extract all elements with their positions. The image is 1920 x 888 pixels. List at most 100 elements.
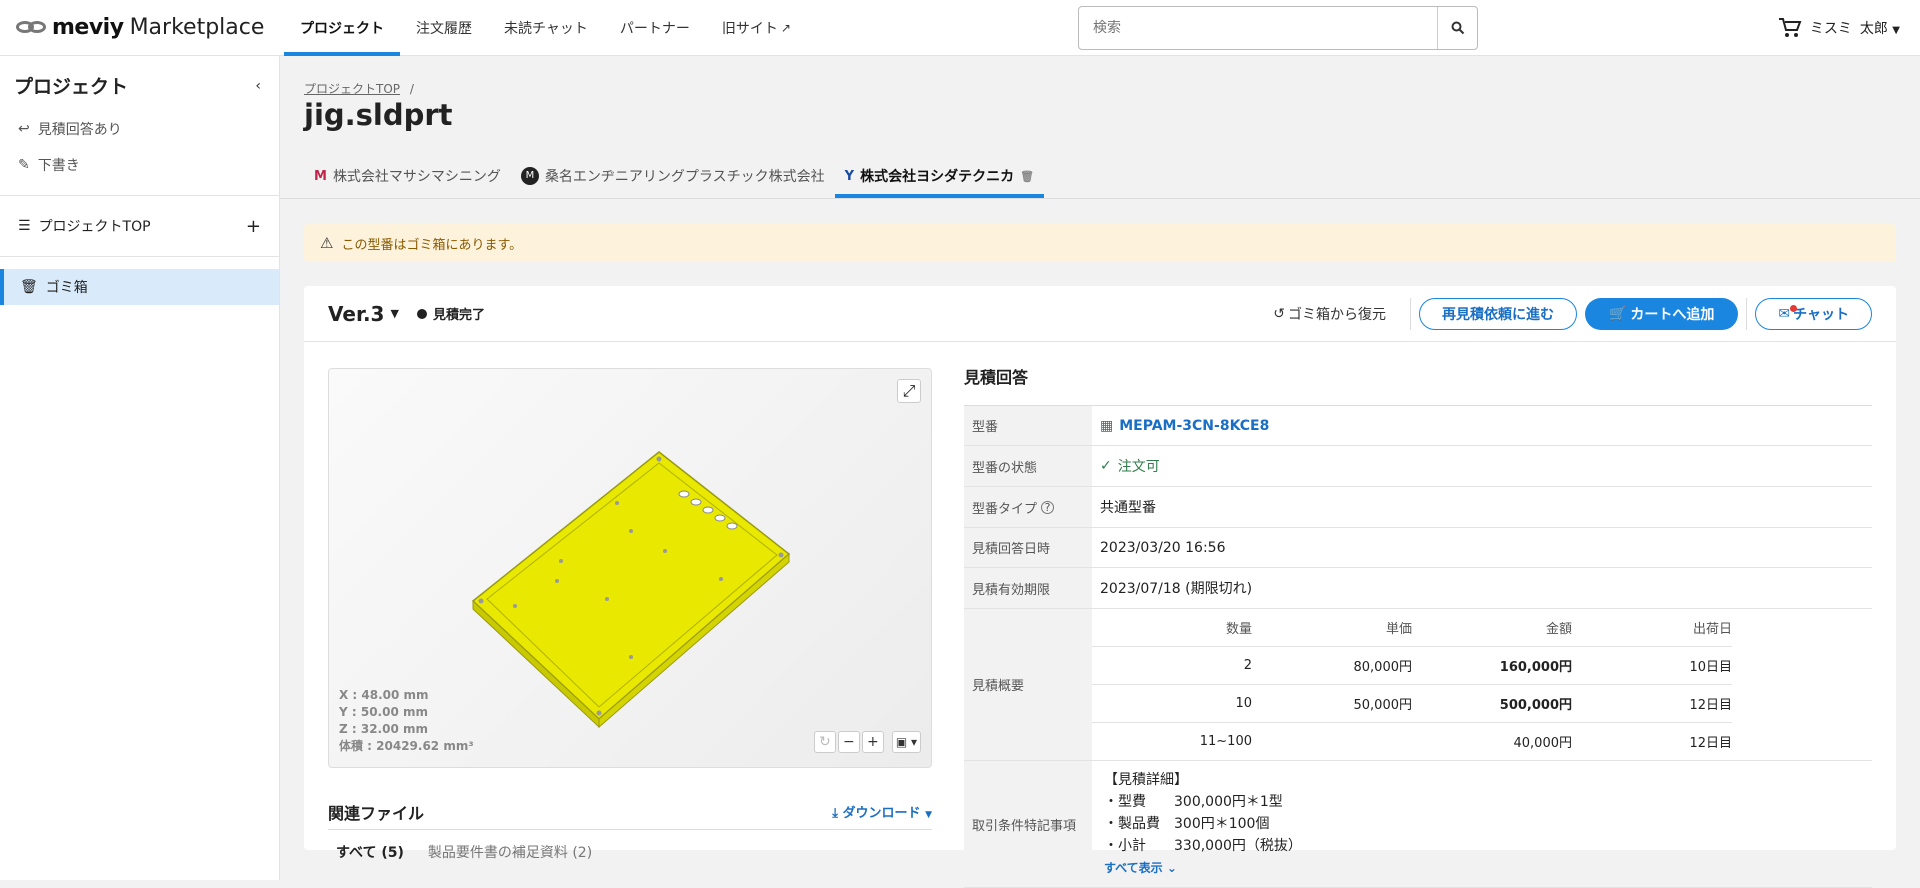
table-header-row: 数量 単価 金額 出荷日 (1092, 609, 1732, 647)
sidebar-item-project-top[interactable]: ☰ プロジェクトTOP + (0, 208, 279, 244)
meviy-logo-icon (16, 20, 48, 35)
sidebar-item-drafts[interactable]: ✎ 下書き (0, 147, 279, 183)
supplier-logo-icon: M (520, 167, 539, 185)
summary-label: 見積概要 (964, 609, 1092, 760)
download-button[interactable]: ⤓ ダウンロード ▼ (832, 802, 932, 821)
add-project-icon[interactable]: + (246, 216, 261, 237)
tab-supplier-2[interactable]: M 桑名エンヂニアリングプラスチック株式会社 (511, 154, 835, 198)
warning-text: この型番はゴミ箱にあります。 (341, 237, 523, 253)
sidebar-item-quote-answered[interactable]: ↩ 見積回答あり (0, 111, 279, 147)
cell-unit-price: 80,000円 (1252, 646, 1412, 685)
unread-badge (1790, 304, 1798, 312)
search-button[interactable] (1437, 7, 1477, 49)
view-cube-icon[interactable]: ▣ ▾ (891, 731, 921, 753)
main-content: プロジェクトTOP / jig.sldprt M 株式会社マサシマシニング M … (280, 56, 1920, 888)
tab-all-files[interactable]: すべて (5) (336, 842, 404, 862)
nav-old-site-label: 旧サイト (721, 20, 778, 37)
help-icon[interactable]: ? (1041, 500, 1055, 514)
nav-partners[interactable]: パートナー (604, 0, 706, 56)
cell-qty: 11~100 (1092, 722, 1252, 760)
tab-supplier-1[interactable]: M 株式会社マサシマシニング (304, 154, 511, 198)
calendar-icon: ▦ (1100, 417, 1114, 434)
answered-label: 見積回答日時 (964, 528, 1092, 567)
cart-icon[interactable] (1778, 17, 1802, 39)
quote-card: Ver.3 ▼ 見積完了 ↺ ゴミ箱から復元 再見積依頼に進む 🛒 カートへ追加 ✉ チ… (304, 286, 1896, 888)
cell-amount: 160,000円 (1412, 646, 1572, 685)
expand-icon[interactable]: ⤢ (897, 379, 921, 403)
cell-qty: 2 (1092, 646, 1252, 685)
tab-label: 株式会社ヨシダテクニカ (860, 169, 1015, 185)
user-company: ミスミ (1809, 21, 1852, 37)
zoom-out-icon[interactable]: − (837, 731, 860, 753)
part-no-link[interactable]: MEPAM-3CN-8KCE8 (1119, 418, 1269, 434)
logo-brand: meviy (52, 15, 124, 40)
part-model (471, 451, 791, 729)
tab-supplementary-files[interactable]: 製品要件書の補足資料 (2) (428, 842, 592, 862)
main-nav: プロジェクト 注文履歴 未読チャット パートナー 旧サイト ↗ (284, 0, 807, 56)
version-select[interactable]: Ver.3 ▼ (328, 302, 399, 326)
type-label: 型番タイプ (972, 501, 1038, 517)
logo[interactable]: meviy Marketplace (16, 15, 284, 40)
search-input[interactable] (1079, 7, 1437, 49)
cart-icon: 🛒 (1608, 305, 1627, 322)
quote-title: 見積回答 (964, 368, 1872, 406)
reset-view-icon[interactable]: ↻ (813, 731, 836, 753)
breadcrumb-separator: / (409, 82, 414, 96)
nav-projects[interactable]: プロジェクト (284, 0, 400, 56)
notes-line: 【見積詳細】 (1104, 772, 1188, 788)
user-menu[interactable]: 太郎 ▼ (1860, 18, 1900, 38)
cell-qty: 10 (1092, 684, 1252, 723)
draft-icon: ✎ (18, 157, 30, 173)
download-label: ダウンロード (842, 806, 921, 821)
zoom-in-icon[interactable]: + (861, 731, 884, 753)
notes-label: 取引条件特記事項 (964, 761, 1092, 887)
table-row: 2 80,000円 160,000円 10日目 (1092, 646, 1732, 685)
sidebar: プロジェクト ‹ ↩ 見積回答あり ✎ 下書き ☰ プロジェクトTOP + 🗑 ゴミ箱 (0, 56, 280, 880)
expiry-label: 見積有効期限 (964, 568, 1092, 608)
trash-icon: 🗑 (20, 279, 38, 295)
supplier-logo-icon: M (314, 168, 327, 184)
notes-content: 【見積詳細】 ・型費 300,000円＊1型 ・製品費 300円＊100個 ・小… (1092, 761, 1872, 887)
external-link-icon: ↗ (780, 20, 791, 35)
collapse-sidebar-icon[interactable]: ‹ (255, 78, 261, 94)
restore-from-trash-button[interactable]: ↺ ゴミ箱から復元 (1257, 298, 1402, 330)
caret-down-icon: ▼ (925, 810, 932, 820)
tab-label: 桑名エンヂニアリングプラスチック株式会社 (544, 169, 825, 185)
supplier-tabs: M 株式会社マサシマシニング M 桑名エンヂニアリングプラスチック株式会社 Y … (304, 154, 1045, 198)
add-to-cart-button[interactable]: 🛒 カートへ追加 (1584, 297, 1739, 330)
nav-unread-chat[interactable]: 未読チャット (488, 0, 604, 56)
search-icon (1451, 21, 1464, 35)
nav-order-history[interactable]: 注文履歴 (400, 0, 488, 56)
type-value: 共通型番 (1100, 500, 1156, 516)
show-all-link[interactable]: すべて表示 ⌄ (1104, 857, 1860, 879)
requote-button[interactable]: 再見積依頼に進む (1418, 297, 1577, 330)
viewer-controls: ↻ − + ▣ ▾ (813, 731, 921, 753)
notes-line: ・製品費 300円＊100個 (1104, 816, 1270, 832)
cell-ship-day: 10日目 (1572, 646, 1732, 685)
dim-volume: 体積 : 20429.62 mm³ (339, 739, 474, 753)
top-bar: meviy Marketplace プロジェクト 注文履歴 未読チャット パート… (0, 0, 1920, 56)
state-value: 注文可 (1117, 459, 1160, 475)
nav-old-site[interactable]: 旧サイト ↗ (706, 0, 807, 56)
sidebar-item-trash[interactable]: 🗑 ゴミ箱 (0, 269, 279, 305)
show-all-label: すべて表示 (1104, 861, 1163, 875)
caret-down-icon: ▼ (1892, 25, 1900, 36)
divider (1409, 297, 1411, 330)
cell-amount: 500,000円 (1412, 684, 1572, 723)
caret-down-icon: ▼ (390, 307, 399, 320)
divider (0, 195, 279, 196)
tab-supplier-3[interactable]: Y 株式会社ヨシダテクニカ 🗑 (834, 154, 1045, 198)
notes-line: ・小計 330,000円（税抜） (1104, 838, 1302, 854)
breadcrumb-project-top[interactable]: プロジェクトTOP (304, 82, 400, 96)
quote-summary-table: 数量 単価 金額 出荷日 2 80,000円 160,000円 10日目 10 … (1092, 609, 1732, 760)
state-label: 型番の状態 (964, 446, 1092, 486)
cell-ship-day: 12日目 (1572, 722, 1732, 760)
3d-viewer[interactable]: ⤢ X : 48.00 mm Y : 50.00 mm Z : 32.00 mm… (328, 368, 932, 768)
logo-product: Marketplace (129, 15, 265, 40)
chat-label: チャット (1793, 306, 1849, 323)
trash-warning-banner: ⚠ この型番はゴミ箱にあります。 (304, 224, 1896, 262)
header-ship-day: 出荷日 (1692, 622, 1732, 637)
chat-button[interactable]: ✉ チャット (1755, 297, 1872, 330)
dim-z: Z : 32.00 mm (339, 722, 428, 736)
table-row: 10 50,000円 500,000円 12日目 (1092, 684, 1732, 723)
